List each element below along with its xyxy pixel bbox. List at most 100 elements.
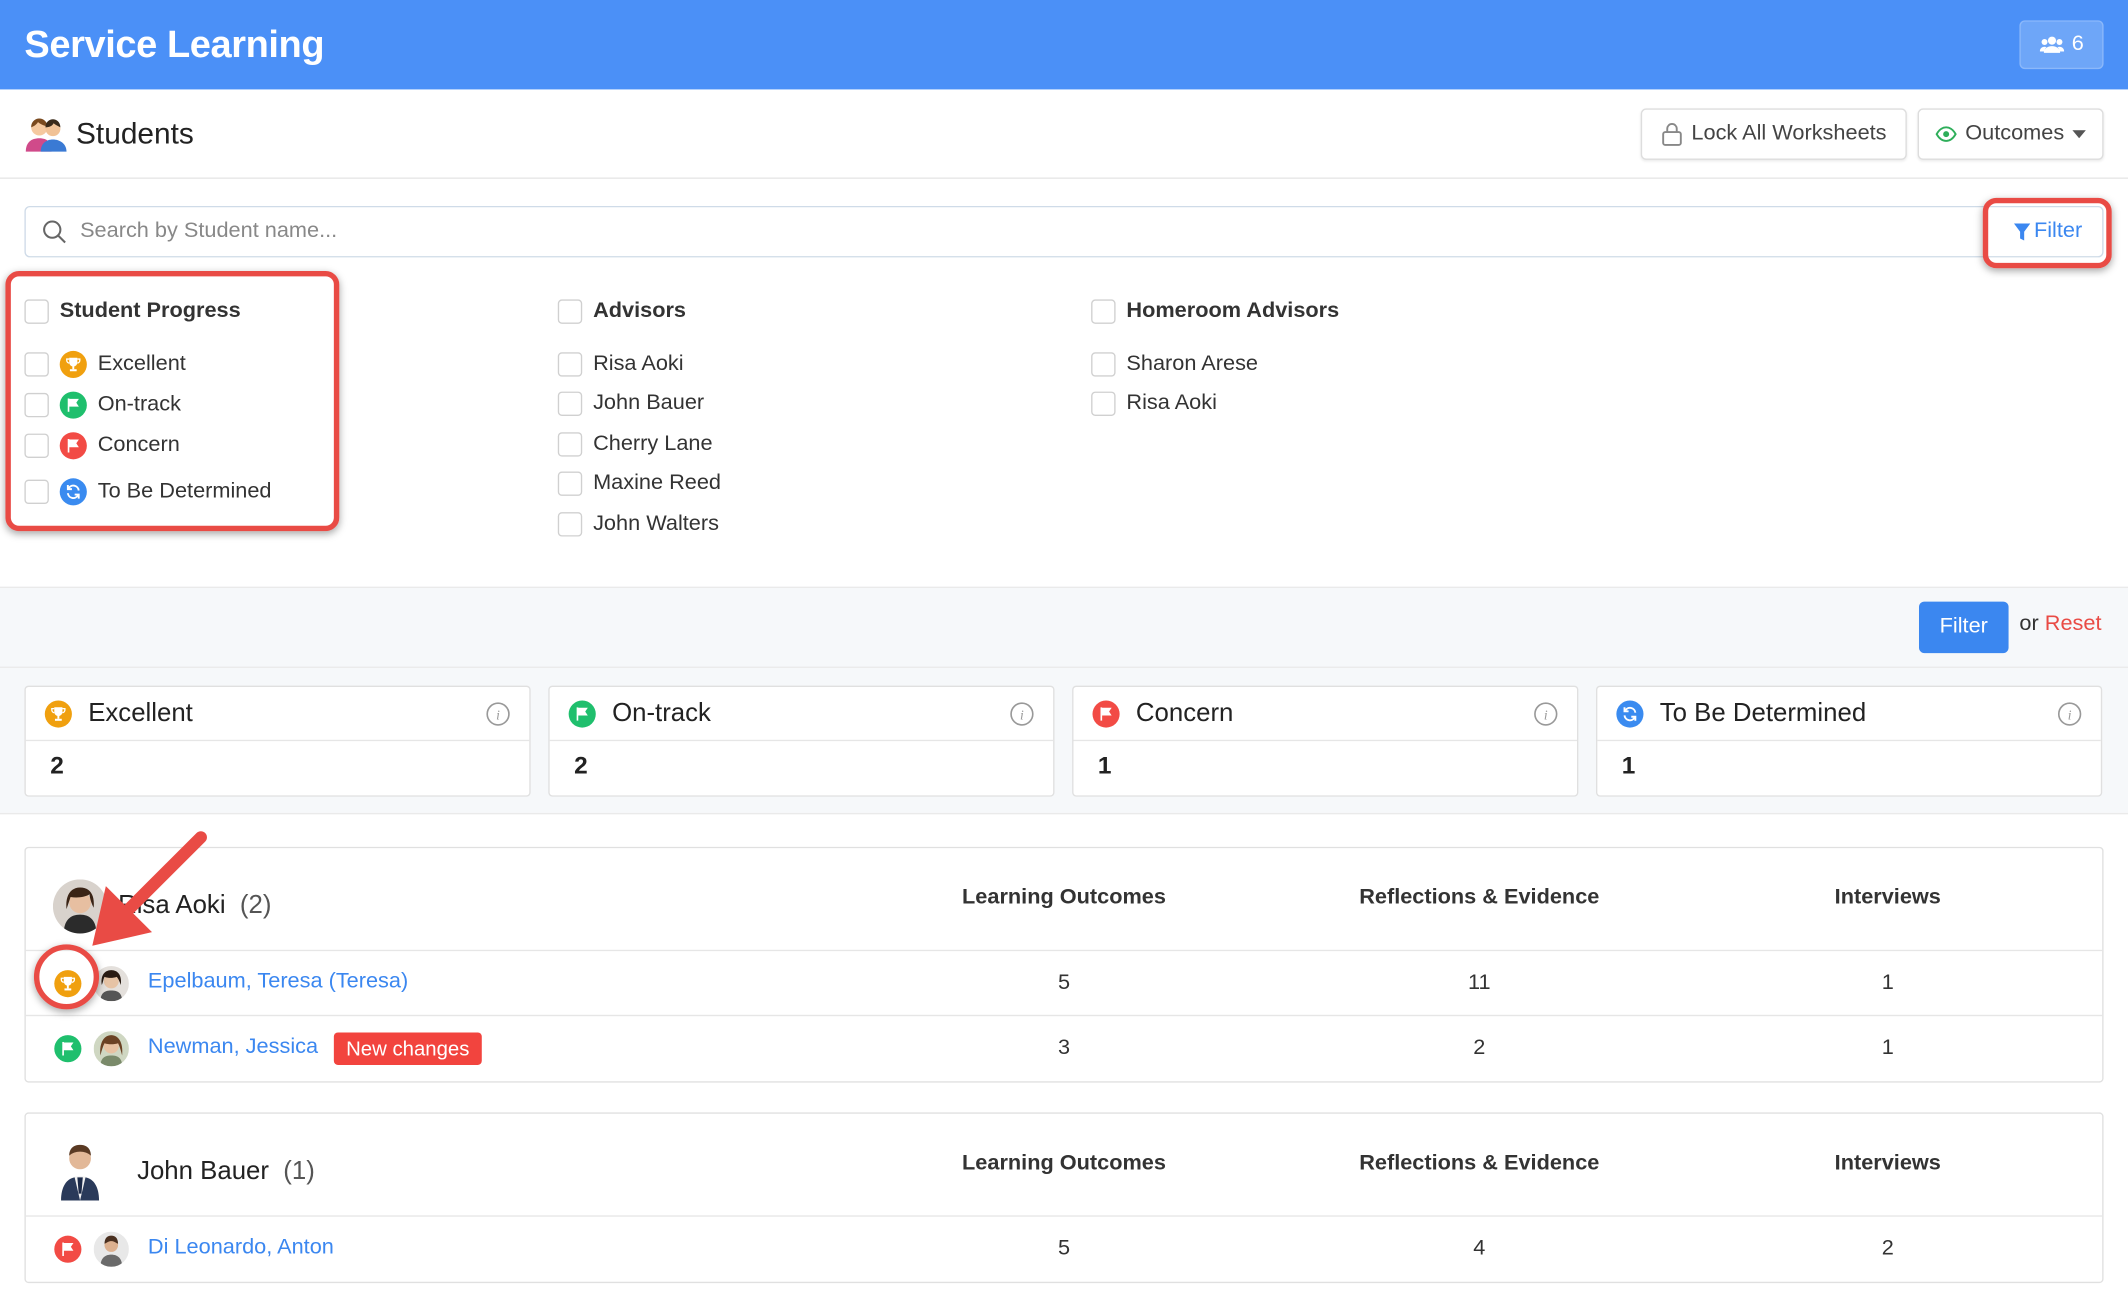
annotation-arrow	[92, 831, 207, 946]
student-avatar	[93, 1031, 129, 1067]
info-icon[interactable]: i	[1010, 701, 1034, 726]
flag-icon	[568, 699, 596, 727]
advisor-checkbox[interactable]	[557, 431, 583, 457]
col-interviews: Interviews	[1834, 886, 1941, 910]
stat-label: To Be Determined	[1659, 698, 1867, 727]
advisor-name: John Bauer (1)	[137, 1157, 315, 1187]
svg-text:i: i	[496, 707, 500, 722]
advisor-panel: John Bauer (1) Learning Outcomes Reflect…	[24, 1112, 2104, 1284]
reflections-count: 2	[1473, 1036, 1486, 1060]
advisor-checkbox[interactable]	[557, 391, 583, 417]
flag-icon	[54, 1035, 82, 1063]
filter-action-bar	[0, 586, 2128, 668]
page-title: Students	[24, 115, 194, 152]
svg-text:i: i	[1544, 707, 1548, 722]
outcomes-count: 3	[1057, 1036, 1071, 1060]
apply-filter-button[interactable]: Filter	[1918, 601, 2009, 654]
col-learning-outcomes: Learning Outcomes	[962, 886, 1166, 910]
col-reflections: Reflections & Evidence	[1359, 886, 1600, 910]
student-name-link[interactable]: Di Leonardo, Anton	[148, 1236, 334, 1260]
stat-card-excellent: Excellent i 2	[24, 685, 531, 797]
student-name-link[interactable]: Newman, Jessica	[148, 1035, 318, 1059]
svg-text:i: i	[1020, 707, 1024, 722]
stat-value: 2	[574, 751, 588, 780]
info-icon[interactable]: i	[486, 701, 510, 726]
outcomes-count: 5	[1057, 1237, 1071, 1261]
student-name-link[interactable]: Epelbaum, Teresa (Teresa)	[148, 970, 408, 994]
stat-label: Excellent	[88, 698, 193, 727]
page-title-text: Students	[75, 115, 194, 150]
app-root: Service Learning 6 Students Lock All Wor…	[0, 0, 2128, 1298]
advisors-all-checkbox[interactable]	[557, 299, 583, 324]
interviews-count: 1	[1881, 971, 1894, 995]
outcomes-dropdown[interactable]: Outcomes	[1917, 107, 2104, 160]
homeroom-checkbox[interactable]	[1091, 351, 1116, 377]
eye-icon	[1935, 125, 1957, 142]
filter-label: John Walters	[593, 511, 719, 535]
users-count: 6	[2071, 32, 2084, 56]
flag-icon	[1092, 699, 1120, 727]
app-title: Service Learning	[24, 23, 325, 66]
search-icon	[43, 220, 66, 244]
student-avatar	[93, 966, 129, 1002]
refresh-icon	[1616, 699, 1644, 727]
stat-card-concern: Concern i 1	[1072, 685, 1579, 797]
stat-value: 1	[1621, 751, 1636, 780]
homeroom-all-checkbox[interactable]	[1091, 299, 1116, 324]
filter-group-title: Advisors	[593, 299, 686, 323]
users-icon	[2039, 36, 2064, 53]
table-row: Epelbaum, Teresa (Teresa) 5 11 1	[25, 951, 2103, 1017]
top-bar: Service Learning 6	[0, 0, 2128, 90]
advisor-avatar	[53, 1141, 107, 1201]
col-reflections: Reflections & Evidence	[1359, 1151, 1600, 1175]
filter-label: Cherry Lane	[593, 431, 713, 455]
reflections-count: 11	[1468, 971, 1491, 995]
info-icon[interactable]: i	[2057, 701, 2082, 726]
stat-value: 1	[1097, 751, 1112, 780]
advisor-checkbox[interactable]	[557, 351, 583, 377]
advisor-checkbox[interactable]	[557, 471, 583, 497]
filter-group-advisors: Advisors Risa Aoki John Bauer Cherry Lan…	[557, 295, 722, 544]
advisor-checkbox[interactable]	[557, 511, 583, 537]
outcomes-count: 5	[1057, 971, 1071, 995]
lock-icon	[1662, 122, 1683, 146]
info-icon[interactable]: i	[1534, 701, 1558, 726]
trophy-icon	[44, 699, 72, 727]
highlight-filter-button	[1982, 197, 2112, 269]
filter-label: Maxine Reed	[593, 471, 722, 495]
interviews-count: 2	[1881, 1237, 1894, 1261]
svg-text:i: i	[2068, 707, 2072, 722]
stat-label: On-track	[612, 698, 711, 727]
advisor-panel: Risa Aoki (2) Learning Outcomes Reflecti…	[24, 846, 2104, 1083]
users-button[interactable]: 6	[2019, 20, 2104, 70]
students-icon	[25, 117, 67, 152]
interviews-count: 1	[1881, 1036, 1894, 1060]
reset-area: or Reset	[2019, 612, 2101, 636]
search-input[interactable]	[80, 219, 2086, 244]
advisor-name-text: John Bauer	[137, 1157, 269, 1186]
outcomes-label: Outcomes	[1965, 121, 2065, 145]
reset-link[interactable]: Reset	[2045, 612, 2102, 635]
homeroom-checkbox[interactable]	[1091, 391, 1116, 417]
or-text: or	[2019, 612, 2039, 636]
student-avatar	[93, 1231, 129, 1267]
reflections-count: 4	[1473, 1237, 1486, 1261]
flag-icon	[54, 1235, 82, 1263]
filter-label: Risa Aoki	[1126, 391, 1217, 415]
filter-label: Sharon Arese	[1126, 351, 1259, 375]
lock-all-button[interactable]: Lock All Worksheets	[1641, 107, 1907, 160]
stat-value: 2	[50, 751, 64, 780]
col-interviews: Interviews	[1834, 1151, 1941, 1175]
page-header: Students Lock All Worksheets Outcomes	[0, 89, 2128, 179]
highlight-student-progress	[5, 270, 340, 532]
filter-label: Risa Aoki	[593, 351, 684, 375]
filter-group-homeroom: Homeroom Advisors Sharon Arese Risa Aoki	[1091, 295, 1339, 424]
table-row: Newman, Jessica New changes 3 2 1	[26, 1016, 2102, 1081]
caret-down-icon	[2072, 129, 2086, 138]
stat-card-on-track: On-track i 2	[548, 685, 1055, 797]
advisor-count: (1)	[283, 1157, 315, 1186]
stat-label: Concern	[1135, 698, 1234, 727]
table-row: Di Leonardo, Anton 5 4 2	[26, 1217, 2102, 1282]
search-bar	[24, 205, 2104, 258]
advisor-count: (2)	[239, 891, 272, 920]
